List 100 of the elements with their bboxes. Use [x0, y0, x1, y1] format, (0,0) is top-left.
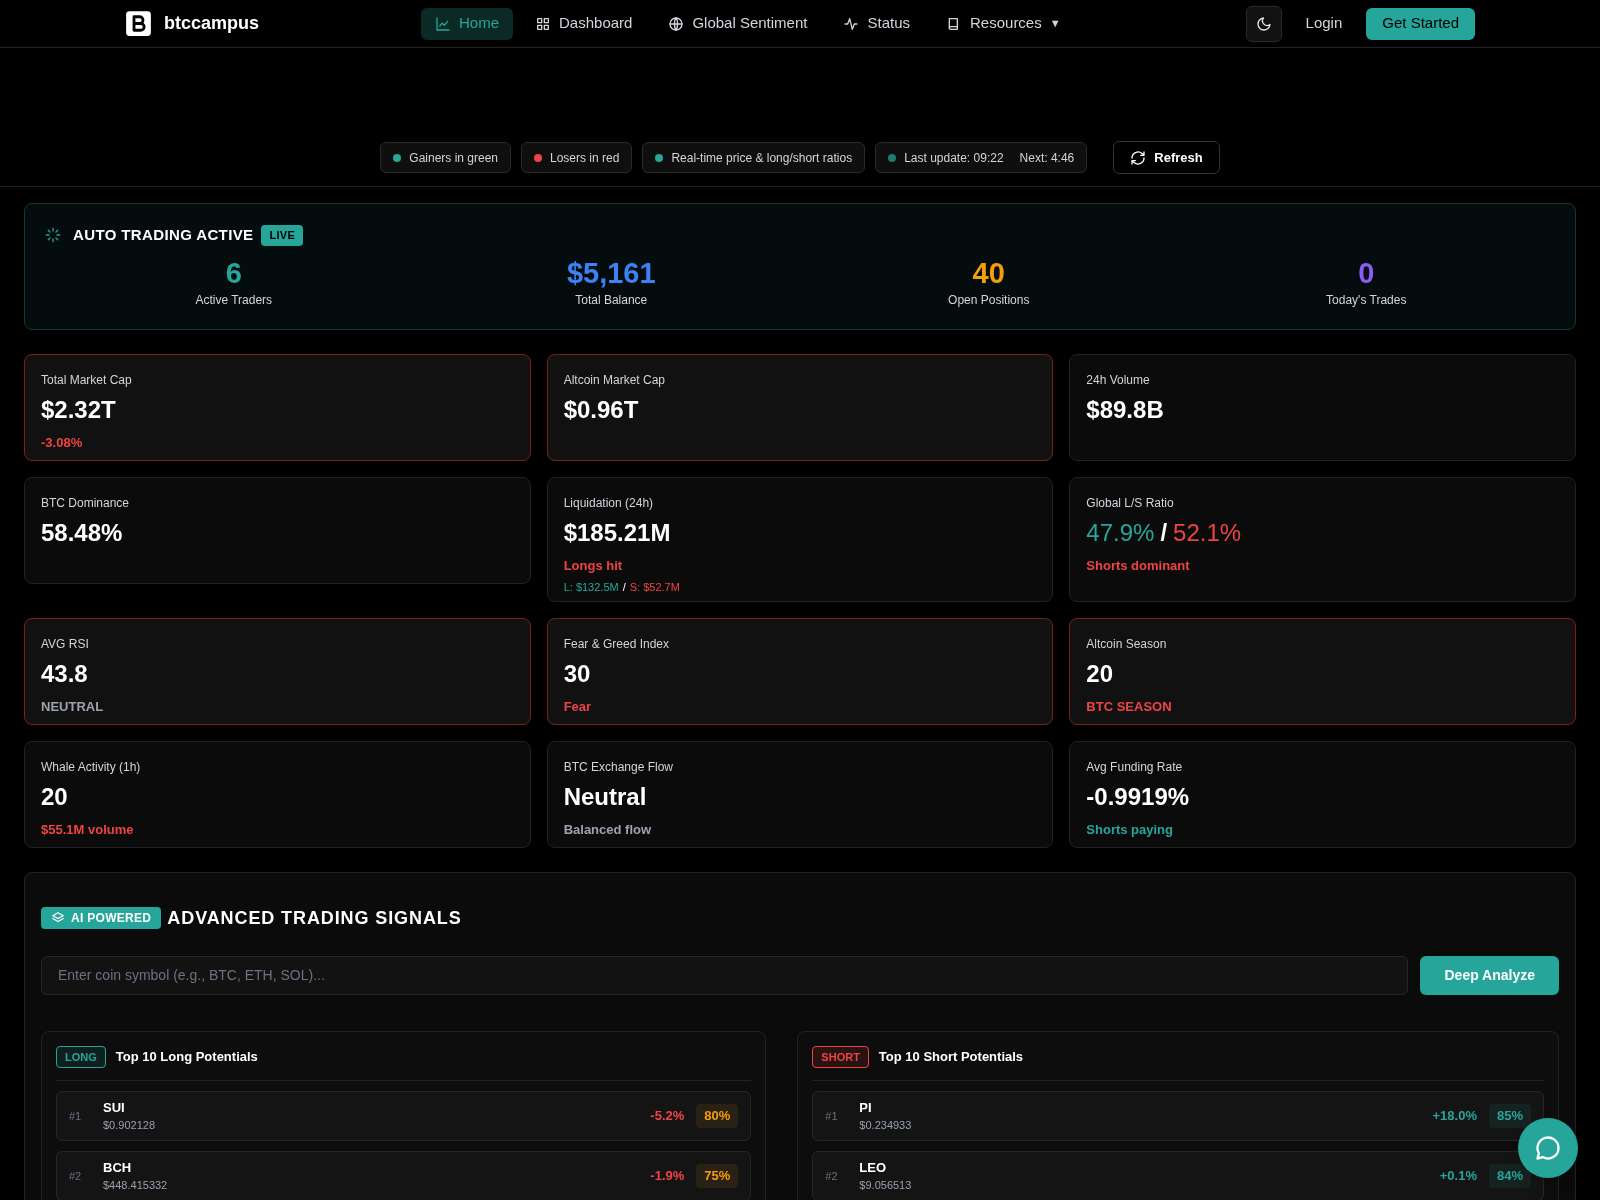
signal-row[interactable]: #1 PI $0.234933 +18.0% 85%	[812, 1090, 1544, 1141]
rank-text: #2	[69, 1168, 83, 1184]
metric-label: Fear & Greed Index	[563, 635, 671, 653]
nav-link[interactable]: Dashboard	[521, 7, 647, 40]
metric-note: Fear	[563, 697, 593, 716]
logo-icon	[125, 10, 152, 37]
ai-powered-badge: AI POWERED	[41, 907, 162, 930]
price-change: -1.9%	[650, 1167, 685, 1185]
refresh-button[interactable]: Refresh	[1113, 141, 1220, 174]
list-title: Top 10 Short Potentials	[878, 1048, 1024, 1066]
rank-text: #1	[825, 1108, 839, 1124]
stat-value: $5,161	[566, 255, 656, 291]
spinner-icon	[45, 227, 61, 244]
metric-value: 20	[1086, 658, 1115, 689]
stat-label: Today's Trades	[1326, 291, 1407, 309]
metric-label: Avg Funding Rate	[1086, 758, 1184, 776]
coin-symbol: PI	[859, 1098, 873, 1117]
coin-symbol: LEO	[859, 1158, 888, 1177]
legend-text: Gainers in green	[409, 149, 498, 167]
coin-symbol: SUI	[103, 1098, 126, 1117]
section-title: ADVANCED TRADING SIGNALS	[167, 906, 462, 930]
separator-text: /	[1160, 517, 1168, 548]
confidence-badge: 84%	[1488, 1163, 1531, 1188]
panel-title: AUTO TRADING ACTIVE	[73, 225, 254, 245]
next-update-text: Next: 4:46	[1019, 149, 1075, 167]
metric-note: Shorts dominant	[1086, 556, 1191, 575]
metric-value: 43.8	[41, 658, 89, 689]
coin-price: $0.234933	[859, 1118, 913, 1134]
metric-label: BTC Exchange Flow	[563, 758, 675, 776]
chat-bubble-icon	[1534, 1134, 1562, 1162]
metric-label: AVG RSI	[41, 635, 90, 653]
list-title: Top 10 Long Potentials	[115, 1048, 258, 1066]
legend-text: Losers in red	[550, 149, 620, 167]
moon-icon	[1255, 15, 1272, 32]
nav-link[interactable]: Global Sentiment	[654, 7, 822, 40]
metric-note: Longs hit	[563, 556, 624, 575]
price-change: +0.1%	[1439, 1167, 1477, 1185]
metric-label: Whale Activity (1h)	[41, 758, 142, 776]
metric-label: BTC Dominance	[41, 494, 131, 512]
nav-link[interactable]: Home	[421, 7, 513, 40]
nav-link[interactable]: Resources ▼	[932, 7, 1075, 40]
stat-label: Active Traders	[195, 291, 273, 309]
live-badge: LIVE	[261, 225, 304, 246]
brand-name: btccampus	[164, 12, 260, 35]
price-change: +18.0%	[1432, 1107, 1477, 1125]
metric-label: Global L/S Ratio	[1086, 494, 1175, 512]
long-ratio: 47.9%	[1086, 517, 1155, 548]
legend-text: Last update: 09:22	[904, 149, 1004, 167]
separator-text: /	[622, 580, 626, 596]
metric-value: $0.96T	[563, 394, 640, 425]
stat-label: Total Balance	[575, 291, 648, 309]
theme-toggle-button[interactable]	[1245, 5, 1282, 42]
coin-search-field[interactable]: Enter coin symbol (e.g., BTC, ETH, SOL)...	[41, 955, 1409, 995]
metric-label: 24h Volume	[1086, 371, 1151, 389]
rank-text: #2	[825, 1168, 839, 1184]
metric-label: Altcoin Market Cap	[563, 371, 667, 389]
legend-text: Real-time price & long/short ratios	[671, 149, 853, 167]
metric-value: 20	[41, 781, 69, 812]
get-started-button[interactable]: Get Started	[1366, 7, 1475, 40]
grid-icon	[535, 15, 551, 32]
pulse-icon	[843, 15, 860, 32]
stat-value: 40	[972, 255, 1005, 291]
short-ratio: 52.1%	[1173, 517, 1242, 548]
price-change: -5.2%	[650, 1107, 685, 1125]
login-link[interactable]: Login	[1305, 12, 1343, 35]
metric-note: BTC SEASON	[1086, 697, 1173, 716]
confidence-badge: 80%	[696, 1103, 739, 1128]
direction-tag: LONG	[56, 1045, 106, 1068]
metric-label: Liquidation (24h)	[563, 494, 655, 512]
metric-value: $2.32T	[41, 394, 117, 425]
metric-value: 30	[563, 658, 592, 689]
metric-note: Shorts paying	[1086, 820, 1174, 839]
coin-price: $9.056513	[859, 1178, 913, 1194]
confidence-badge: 75%	[696, 1163, 739, 1188]
direction-tag: SHORT	[812, 1045, 869, 1068]
metric-note: $55.1M volume	[41, 820, 135, 839]
refresh-icon	[1130, 149, 1147, 166]
signal-row[interactable]: #2 LEO $9.056513 +0.1% 84%	[812, 1150, 1544, 1200]
rank-text: #1	[69, 1108, 83, 1124]
stat-value: 6	[225, 255, 242, 291]
metric-note: Balanced flow	[563, 820, 653, 839]
metric-label: Total Market Cap	[41, 371, 133, 389]
metric-label: Altcoin Season	[1086, 635, 1168, 653]
stat-value: 0	[1358, 255, 1375, 291]
chart-line-icon	[435, 15, 451, 32]
metric-value: 58.48%	[41, 517, 124, 548]
metric-note: -3.08%	[41, 433, 84, 452]
metric-value: Neutral	[563, 781, 648, 812]
signal-row[interactable]: #2 BCH $448.415332 -1.9% 75%	[56, 1150, 752, 1200]
coin-price: $0.902128	[103, 1118, 156, 1134]
metric-value: -0.9919%	[1086, 781, 1191, 812]
coin-price: $448.415332	[103, 1178, 169, 1194]
metric-value: $185.21M	[563, 517, 672, 548]
nav-link[interactable]: Status	[829, 7, 924, 40]
stat-label: Open Positions	[948, 291, 1030, 309]
signal-row[interactable]: #1 SUI $0.902128 -5.2% 80%	[56, 1090, 752, 1141]
coin-symbol: BCH	[103, 1158, 133, 1177]
metric-value: $89.8B	[1086, 394, 1165, 425]
metric-note: NEUTRAL	[41, 697, 105, 716]
long-liquidation: L: $132.5M	[563, 580, 619, 596]
